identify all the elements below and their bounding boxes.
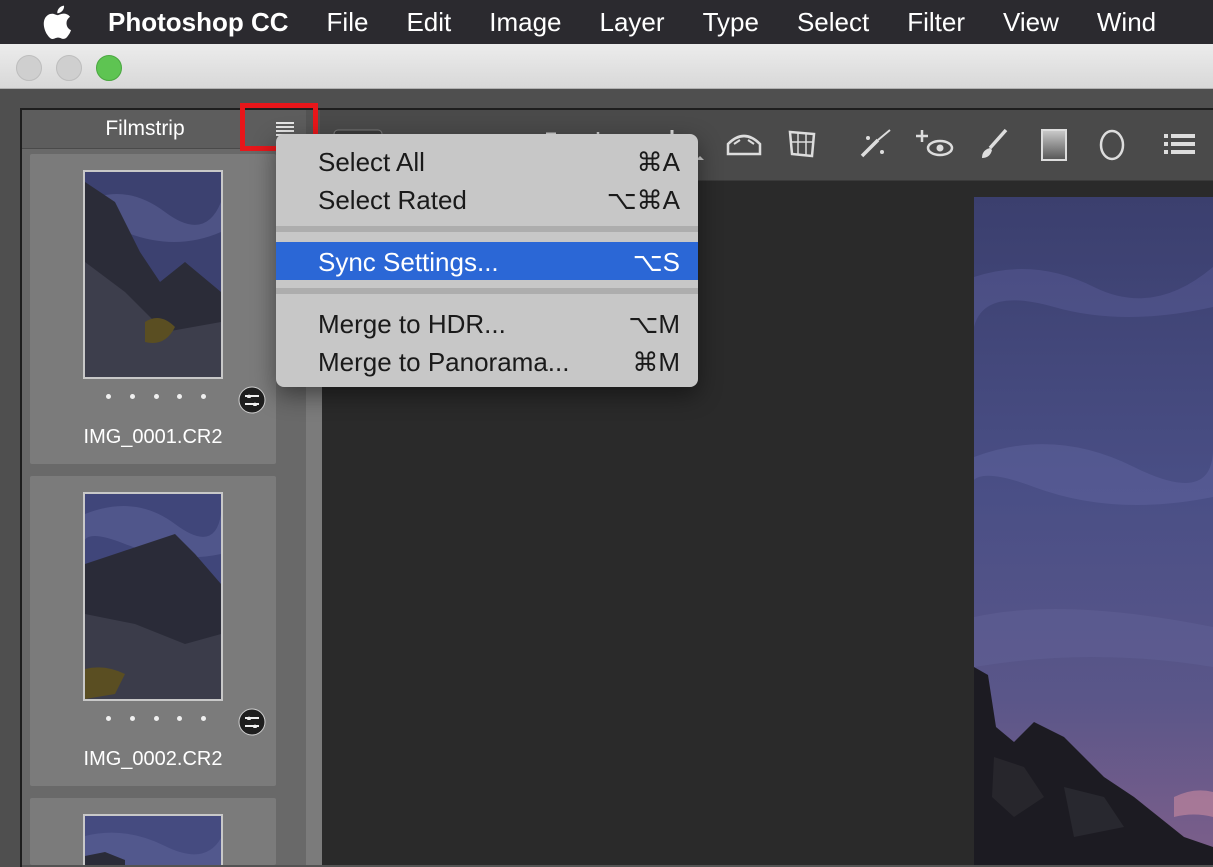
- filmstrip-item[interactable]: [30, 798, 276, 865]
- transform-tool-icon[interactable]: [784, 126, 820, 162]
- spot-removal-tool-icon[interactable]: [858, 126, 894, 162]
- adjustment-brush-icon[interactable]: [976, 126, 1012, 162]
- filmstrip-title: Filmstrip: [105, 117, 185, 140]
- filmstrip-item[interactable]: IMG_0002.CR2: [30, 476, 276, 786]
- menu-type[interactable]: Type: [703, 7, 759, 38]
- menu-separator: [276, 226, 698, 232]
- thumbnail-filename: IMG_0002.CR2: [83, 748, 223, 770]
- rating-stars[interactable]: [106, 716, 206, 721]
- red-eye-removal-tool-icon[interactable]: [914, 126, 954, 162]
- thumbnail-filename: IMG_0001.CR2: [83, 426, 223, 448]
- menu-image[interactable]: Image: [489, 7, 561, 38]
- menu-separator: [276, 288, 698, 294]
- menu-item-merge-hdr[interactable]: Merge to HDR... ⌥M: [276, 304, 698, 342]
- window-title-bar: [0, 44, 1213, 89]
- filmstrip-panel: Filmstrip IMG_0001.CR2 IMG_0002.CR2: [22, 110, 322, 865]
- adjustments-applied-icon: [238, 708, 266, 736]
- menu-layer[interactable]: Layer: [600, 7, 665, 38]
- menu-select[interactable]: Select: [797, 7, 869, 38]
- menu-item-merge-panorama[interactable]: Merge to Panorama... ⌘M: [276, 342, 698, 380]
- menu-item-select-rated[interactable]: Select Rated ⌥⌘A: [276, 180, 698, 218]
- zoom-window-button[interactable]: [96, 55, 122, 81]
- thumbnail-image: [83, 170, 223, 379]
- filmstrip-context-menu: Select All ⌘A Select Rated ⌥⌘A Sync Sett…: [276, 134, 698, 387]
- filmstrip-item[interactable]: IMG_0001.CR2: [30, 154, 276, 464]
- menu-item-select-all[interactable]: Select All ⌘A: [276, 142, 698, 180]
- radial-filter-icon[interactable]: [1094, 126, 1130, 162]
- menu-file[interactable]: File: [327, 7, 369, 38]
- thumbnail-image: [83, 814, 223, 865]
- app-name-menu[interactable]: Photoshop CC: [108, 7, 289, 38]
- menu-edit[interactable]: Edit: [406, 7, 451, 38]
- rating-stars[interactable]: [106, 394, 206, 399]
- macos-menu-bar: Photoshop CC File Edit Image Layer Type …: [0, 0, 1213, 44]
- thumbnail-image: [83, 492, 223, 701]
- apple-icon[interactable]: [40, 5, 74, 39]
- straighten-tool-icon[interactable]: [724, 126, 762, 162]
- menu-filter[interactable]: Filter: [907, 7, 965, 38]
- minimize-window-button[interactable]: [56, 55, 82, 81]
- preview-image: [974, 197, 1213, 865]
- menu-view[interactable]: View: [1003, 7, 1059, 38]
- menu-item-sync-settings[interactable]: Sync Settings... ⌥S: [276, 242, 698, 280]
- menu-window[interactable]: Wind: [1097, 7, 1156, 38]
- preferences-list-icon[interactable]: [1162, 126, 1198, 162]
- adjustments-applied-icon: [238, 386, 266, 414]
- graduated-filter-icon[interactable]: [1036, 126, 1072, 162]
- close-window-button[interactable]: [16, 55, 42, 81]
